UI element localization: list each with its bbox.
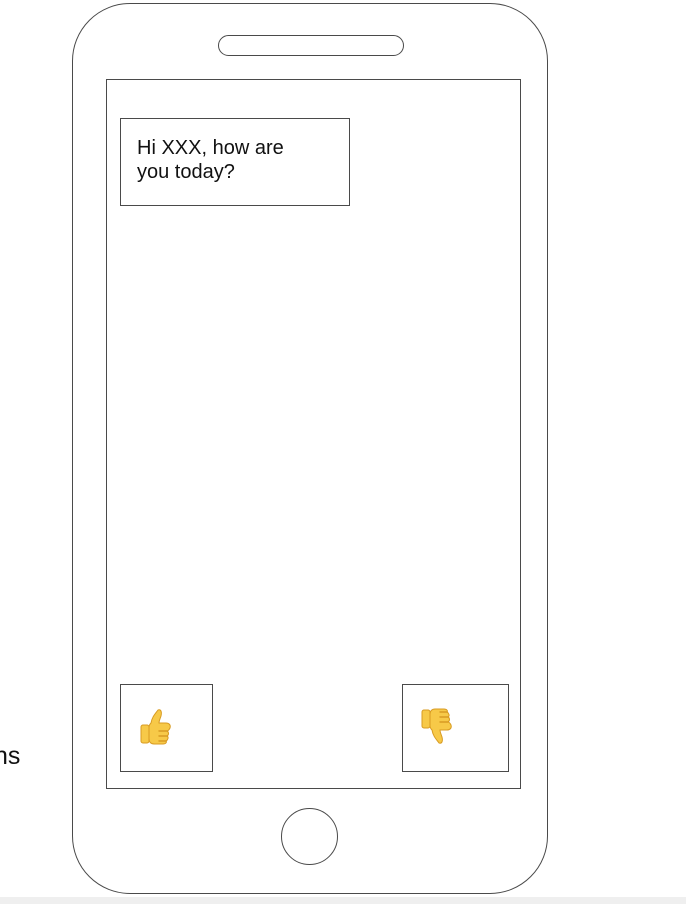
left-edge-bottom-text-fragment: ns bbox=[0, 742, 21, 770]
bottom-scrollbar-track bbox=[0, 897, 686, 904]
thumbs-down-icon bbox=[419, 708, 455, 746]
phone-frame: Hi XXX, how are you today? bbox=[72, 3, 548, 894]
thumbs-up-button[interactable] bbox=[120, 684, 213, 772]
thumbs-down-button[interactable] bbox=[402, 684, 509, 772]
phone-speaker bbox=[218, 35, 404, 56]
phone-screen: Hi XXX, how are you today? bbox=[106, 79, 521, 789]
thumbs-up-icon bbox=[138, 707, 174, 745]
chat-message-box: Hi XXX, how are you today? bbox=[120, 118, 350, 206]
home-button[interactable] bbox=[281, 808, 338, 865]
